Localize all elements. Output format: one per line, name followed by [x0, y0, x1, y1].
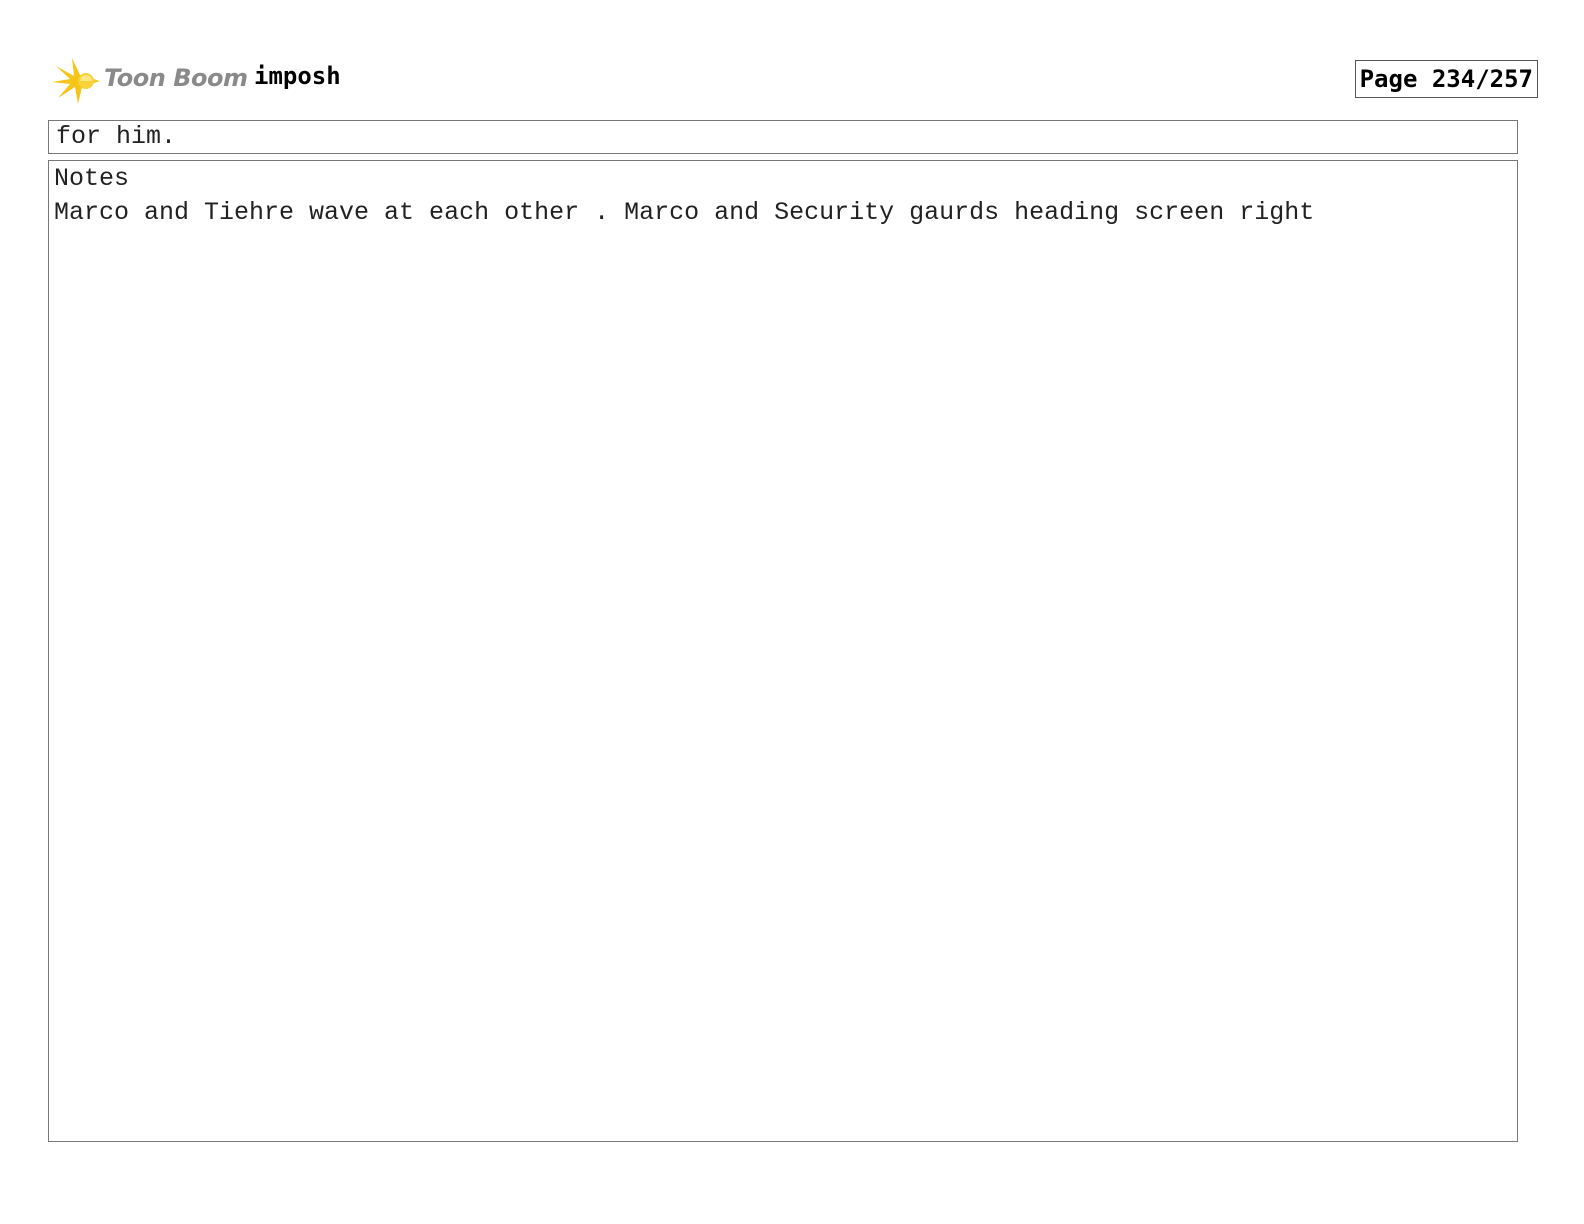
dialogue-panel: for him.: [48, 120, 1518, 154]
notes-text: Marco and Tiehre wave at each other . Ma…: [54, 198, 1315, 227]
notes-label: Notes: [54, 164, 130, 193]
dialogue-text: for him.: [56, 122, 177, 151]
starburst-icon: [52, 58, 100, 104]
logo-wordmark: Toon Boom: [104, 64, 248, 92]
page-number: Page 234/257: [1354, 60, 1538, 98]
notes-panel: Notes Marco and Tiehre wave at each othe…: [48, 160, 1518, 1142]
page-header: Toon Boom imposh Page 234/257: [48, 54, 1538, 106]
project-title: imposh: [254, 62, 341, 90]
toon-boom-logo: Toon Boom: [48, 54, 248, 106]
